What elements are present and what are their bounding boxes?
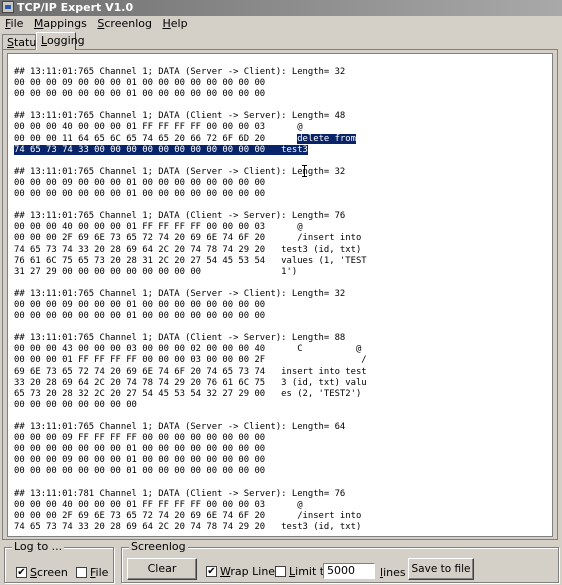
limit-check-icon — [275, 566, 286, 577]
log-gap — [14, 477, 552, 488]
log-entry-header: ## 13:11:01:765 Channel 1; DATA (Client … — [14, 111, 346, 122]
log-gap — [14, 100, 552, 111]
log-to-group: Log to ... ✔ Screen File — [4, 541, 114, 583]
lines-label: lines — [380, 566, 406, 579]
log-entry-header: ## 13:11:01:765 Channel 1; DATA (Server … — [14, 288, 346, 299]
log-gap — [14, 322, 552, 333]
menu-screenlog[interactable]: Screenlog — [97, 16, 152, 32]
log-hex-line: 00 00 00 00 00 00 00 01 00 00 00 00 00 0… — [14, 311, 266, 322]
log-view[interactable]: ## 13:11:01:765 Channel 1; DATA (Server … — [7, 53, 553, 537]
log-hex-line: 74 65 73 74 33 00 00 00 00 00 00 00 00 0… — [14, 144, 552, 156]
file-checkbox[interactable]: File — [76, 566, 108, 579]
log-hex-line: 00 00 00 01 FF FF FF FF 00 00 00 03 00 0… — [14, 355, 367, 366]
log-hex-bytes: 00 00 00 11 64 65 6C 65 74 65 20 66 72 6… — [14, 133, 298, 144]
screenlog-group: Screenlog Clear ✔ Wrap Lines Limit to 50… — [121, 541, 559, 583]
log-entry-header: ## 13:11:01:765 Channel 1; DATA (Server … — [14, 422, 346, 432]
app-icon — [2, 1, 14, 13]
tab-logging[interactable]: Logging — [36, 32, 85, 50]
clear-button[interactable]: Clear — [127, 558, 197, 580]
title-bar: TCP/IP Expert V1.0 — [0, 0, 562, 16]
log-entry-header: ## 13:11:01:765 Channel 1; DATA (Server … — [14, 166, 346, 177]
menu-help[interactable]: Help — [162, 16, 187, 32]
log-hex-line: 31 27 29 00 00 00 00 00 00 00 00 00 1') — [14, 266, 298, 277]
log-hex-line: 00 00 00 00 00 00 00 01 00 00 00 00 00 0… — [14, 89, 266, 100]
log-entry-header: ## 13:11:01:765 Channel 1; DATA (Client … — [14, 211, 346, 222]
menu-bar: File Mappings Screenlog Help — [0, 16, 562, 32]
log-hex-line: 69 6E 73 65 72 74 20 69 6E 74 6F 20 74 6… — [14, 366, 367, 377]
log-hex-line: 33 20 28 69 64 2C 20 74 78 74 29 20 76 6… — [14, 377, 367, 388]
log-hex-line: 00 00 00 00 00 00 00 01 00 00 00 00 00 0… — [14, 466, 266, 477]
tab-panel: ## 13:11:01:765 Channel 1; DATA (Server … — [2, 49, 558, 540]
log-hex-line: 00 00 00 00 00 00 00 01 00 00 00 00 00 0… — [14, 444, 266, 455]
window-title: TCP/IP Expert V1.0 — [17, 1, 134, 14]
log-hex-line: 00 00 00 09 00 00 00 01 00 00 00 00 00 0… — [14, 78, 266, 89]
log-hex-line: 00 00 00 09 00 00 00 01 00 00 00 00 00 0… — [14, 455, 266, 466]
log-hex-line: 00 00 00 00 00 00 00 01 00 00 00 00 00 0… — [14, 189, 266, 200]
log-gap — [14, 156, 552, 167]
file-label: File — [90, 566, 109, 579]
tab-status[interactable]: Status — [2, 34, 42, 49]
log-hex-line: 00 00 00 2F 69 6E 73 65 72 74 20 69 6E 7… — [14, 233, 362, 244]
log-gap — [14, 411, 552, 422]
log-gap — [14, 200, 552, 211]
log-hex-line: 00 00 00 09 00 00 00 01 00 00 00 00 00 0… — [14, 177, 266, 188]
log-hex-line: 00 00 00 40 00 00 00 01 FF FF FF FF 00 0… — [14, 499, 303, 510]
log-hex-line: 65 73 20 28 32 2C 20 27 54 45 53 54 32 2… — [14, 388, 362, 399]
log-hex-line: 00 00 00 00 00 00 00 00 — [14, 399, 137, 410]
log-entry-header: ## 13:11:01:765 Channel 1; DATA (Server … — [14, 67, 346, 77]
bottom-panel: Log to ... ✔ Screen File Screenlog Clear… — [0, 540, 562, 585]
log-to-legend: Log to ... — [12, 540, 65, 553]
save-to-file-button[interactable]: Save to file — [408, 558, 474, 580]
screenlog-legend: Screenlog — [129, 540, 188, 553]
log-entry-header: ## 13:11:01:781 Channel 1; DATA (Client … — [14, 488, 346, 499]
screen-label: Screen — [30, 566, 68, 579]
log-hex-line: 00 00 00 09 FF FF FF FF 00 00 00 00 00 0… — [14, 433, 266, 444]
log-gap — [14, 278, 552, 289]
log-hex-line: 74 65 73 74 33 20 28 69 64 2C 20 74 78 7… — [14, 244, 362, 255]
log-hex-line: 00 00 00 40 00 00 00 01 FF FF FF FF 00 0… — [14, 222, 303, 233]
log-hex-line: 00 00 00 40 00 00 00 01 FF FF FF FF 00 0… — [14, 122, 303, 133]
log-hex-line: 00 00 00 2F 69 6E 73 65 72 74 20 69 6E 7… — [14, 510, 362, 521]
menu-file[interactable]: File — [5, 16, 23, 32]
wrap-lines-checkbox[interactable]: ✔ Wrap Lines — [206, 565, 281, 578]
log-text: ## 13:11:01:765 Channel 1; DATA (Server … — [14, 67, 552, 533]
limit-lines-input[interactable]: 5000 — [323, 563, 375, 579]
wrap-check-icon: ✔ — [206, 566, 217, 577]
log-hex-line: 00 00 00 11 64 65 6C 65 74 65 20 66 72 6… — [14, 133, 552, 145]
menu-mappings[interactable]: Mappings — [34, 16, 87, 32]
save-to-file-label: Save to file — [411, 563, 471, 575]
screen-checkbox[interactable]: ✔ Screen — [16, 566, 68, 579]
clear-button-label: Clear — [147, 562, 177, 575]
log-hex-line: 00 00 00 43 00 00 00 03 00 00 00 02 00 0… — [14, 344, 362, 355]
selected-text: 74 65 73 74 33 00 00 00 00 00 00 00 00 0… — [14, 144, 308, 155]
text-cursor-icon — [302, 165, 307, 177]
log-hex-line: 74 65 73 74 33 20 28 69 64 2C 20 74 78 7… — [14, 521, 362, 532]
log-hex-line: 76 61 6C 75 65 73 20 28 31 2C 20 27 54 4… — [14, 255, 367, 266]
log-entry-header: ## 13:11:01:765 Channel 1; DATA (Client … — [14, 333, 346, 344]
screen-check-icon: ✔ — [16, 567, 27, 578]
file-check-icon — [76, 567, 87, 578]
wrap-lines-label: Wrap Lines — [220, 565, 281, 578]
selected-text: delete from — [297, 133, 356, 144]
log-hex-line: 00 00 00 09 00 00 00 01 00 00 00 00 00 0… — [14, 299, 266, 310]
